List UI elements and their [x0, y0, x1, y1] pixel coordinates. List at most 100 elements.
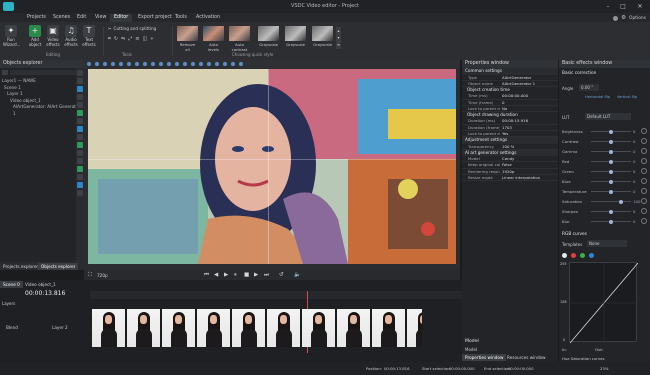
menu-view[interactable]: View	[91, 14, 110, 22]
canvas-tool-icon[interactable]	[111, 62, 115, 66]
effect-slider[interactable]	[591, 189, 631, 194]
menu-scenes[interactable]: Scenes	[49, 14, 74, 22]
tool-animation-icon[interactable]	[77, 158, 83, 164]
tool-zoom-icon[interactable]	[77, 174, 83, 180]
effect-slider[interactable]	[591, 219, 631, 224]
speed-icon[interactable]: »	[150, 36, 153, 42]
timeline-ruler[interactable]	[90, 291, 462, 299]
prop-value[interactable]: 100 %	[500, 144, 558, 149]
reset-icon[interactable]	[641, 188, 647, 194]
hue-saturation-header[interactable]: Hue Saturation curves	[562, 356, 604, 361]
video-preview-canvas[interactable]	[88, 69, 456, 264]
prop-value[interactable]: 1920p	[500, 169, 558, 174]
audio-effects-button[interactable]: ♫ Audio effects	[63, 25, 79, 47]
canvas-tool-icon[interactable]	[175, 62, 179, 66]
tool-shape-icon[interactable]	[77, 110, 83, 116]
slider-knob[interactable]	[609, 149, 613, 154]
reset-icon[interactable]	[641, 138, 647, 144]
tool-mask-icon[interactable]	[77, 134, 83, 140]
canvas-tool-icon[interactable]	[95, 62, 99, 66]
canvas-tool-icon[interactable]	[183, 62, 187, 66]
prop-value[interactable]: Linear interpolation	[500, 175, 558, 180]
tool-effect-icon[interactable]	[77, 142, 83, 148]
tab-resources-window[interactable]: Resources window	[504, 354, 549, 361]
canvas-tool-icon[interactable]	[215, 62, 219, 66]
tool-ai-icon[interactable]	[77, 166, 83, 172]
slider-knob[interactable]	[619, 199, 623, 204]
rgb-curves-header[interactable]: RGB curves	[562, 232, 587, 237]
menu-edit[interactable]: Edit	[73, 14, 90, 22]
tool-subtitle-icon[interactable]	[77, 150, 83, 156]
close-icon[interactable]: ✕	[634, 2, 646, 11]
menu-projects[interactable]: Projects	[23, 14, 50, 22]
tool-text-icon[interactable]	[77, 78, 83, 84]
tool-audio-icon[interactable]	[77, 102, 83, 108]
prop-value[interactable]: Yes	[500, 131, 558, 136]
menu-tools[interactable]: Tools	[171, 14, 191, 22]
canvas-tool-icon[interactable]	[231, 62, 235, 66]
canvas-tool-icon[interactable]	[207, 62, 211, 66]
prop-value[interactable]: 00:00:15.916	[500, 118, 558, 123]
play-icon[interactable]: ▶	[224, 272, 228, 278]
prev-frame-icon[interactable]: ◀	[214, 272, 218, 278]
filter-icon[interactable]	[2, 69, 8, 75]
go-end-icon[interactable]: ⏭	[264, 272, 269, 279]
tool-chart-icon[interactable]	[77, 118, 83, 124]
crop-icon[interactable]: ⌗	[108, 36, 111, 42]
effect-slider[interactable]	[591, 159, 631, 164]
rgb-curve-graph[interactable]	[569, 262, 639, 344]
volume-icon[interactable]: 🔈	[294, 272, 301, 278]
canvas-tool-icon[interactable]	[127, 62, 131, 66]
prop-value[interactable]: 00:00:00.000	[500, 93, 558, 98]
menu-export-project[interactable]: Export project	[134, 14, 176, 22]
canvas-tool-icon[interactable]	[143, 62, 147, 66]
cutting-splitting-button[interactable]: ✂ Cutting and splitting	[108, 26, 156, 31]
next-frame-icon[interactable]: ▶	[254, 272, 258, 278]
tool-lock-icon[interactable]	[77, 190, 83, 196]
prop-value[interactable]: 1703	[500, 125, 558, 130]
reset-icon[interactable]	[641, 198, 647, 204]
effect-slider[interactable]	[591, 209, 631, 214]
prop-value[interactable]: False	[500, 162, 558, 167]
flip-icon[interactable]: ⇋	[121, 36, 125, 42]
effect-slider[interactable]	[591, 199, 631, 204]
slider-knob[interactable]	[609, 219, 613, 224]
prop-value[interactable]: AIArtGenerator 1	[500, 81, 558, 86]
slider-knob[interactable]	[609, 139, 613, 144]
tab-video-object[interactable]: Video object_1	[22, 281, 59, 288]
filter-grayscale-1[interactable]: Grayscale	[258, 26, 279, 47]
reset-icon[interactable]	[641, 128, 647, 134]
slider-knob[interactable]	[609, 189, 613, 194]
canvas-tool-icon[interactable]	[191, 62, 195, 66]
canvas-tool-icon[interactable]	[167, 62, 171, 66]
loop-icon[interactable]: ↺	[279, 272, 284, 278]
go-start-icon[interactable]: ⏮	[204, 272, 209, 279]
objects-search-input[interactable]	[10, 69, 78, 75]
tool-sprite-icon[interactable]	[77, 126, 83, 132]
rotate-icon[interactable]: ↻	[114, 36, 118, 42]
reset-icon[interactable]	[641, 178, 647, 184]
slider-knob[interactable]	[609, 159, 613, 164]
pause-icon[interactable]: ⏸	[234, 272, 237, 279]
vertical-flip-button[interactable]: Vertical flip	[617, 95, 637, 99]
channel-red-dot[interactable]	[571, 253, 576, 258]
channel-green-dot[interactable]	[580, 253, 585, 258]
zoom-select[interactable]: 720p	[97, 273, 108, 278]
canvas-tool-icon[interactable]	[239, 62, 243, 66]
effect-slider[interactable]	[591, 179, 631, 184]
gear-icon[interactable]: ⚙	[621, 15, 626, 21]
lut-select[interactable]: Default LUT	[585, 113, 631, 120]
filter-remove-all[interactable]: Remove all	[177, 26, 198, 52]
slider-knob[interactable]	[609, 209, 613, 214]
text-effects-button[interactable]: T Text effects	[81, 25, 97, 47]
reset-icon[interactable]	[641, 168, 647, 174]
tab-projects-explorer[interactable]: Projects explorer	[0, 263, 41, 270]
tool-image-icon[interactable]	[77, 94, 83, 100]
tree-item-ai-generator[interactable]: AIArtGenerator: AIArt Generator 1	[0, 104, 84, 117]
basic-correction-header[interactable]: Basic correction	[562, 71, 596, 76]
minimize-icon[interactable]: –	[602, 2, 614, 11]
canvas-tool-icon[interactable]	[103, 62, 107, 66]
tool-record-icon[interactable]	[77, 182, 83, 188]
filter-auto-levels[interactable]: Auto levels	[203, 26, 224, 52]
templates-select[interactable]: None	[587, 240, 627, 247]
